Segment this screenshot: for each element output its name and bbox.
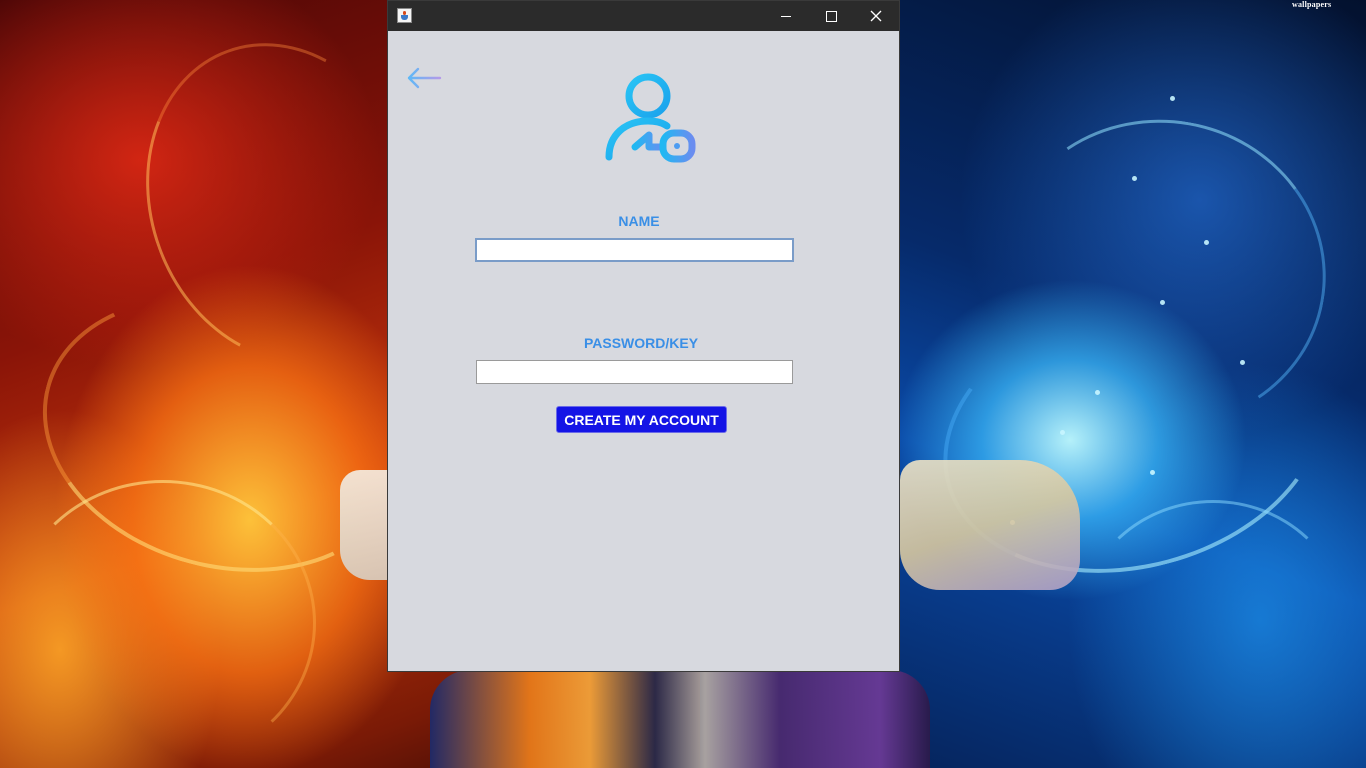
- wallpaper-watermark: wallpapers: [1292, 0, 1332, 9]
- maximize-icon: [825, 10, 837, 22]
- wallpaper-swirl: [1080, 500, 1346, 746]
- wallpaper-sparkle: [1060, 430, 1065, 435]
- minimize-button[interactable]: [763, 1, 809, 31]
- wallpaper-sparkle: [1132, 176, 1137, 181]
- maximize-button[interactable]: [808, 1, 854, 31]
- wallpaper-sparkle: [1240, 360, 1245, 365]
- user-key-icon: [605, 73, 696, 163]
- arrow-left-icon[interactable]: [406, 66, 442, 90]
- name-input[interactable]: [475, 238, 794, 262]
- window-titlebar[interactable]: [388, 1, 899, 31]
- java-cup-icon: [397, 8, 412, 23]
- wallpaper-sparkle: [1204, 240, 1209, 245]
- wallpaper-character: [430, 670, 930, 768]
- wallpaper-character-arm: [900, 460, 1080, 590]
- password-label: PASSWORD/KEY: [583, 335, 699, 351]
- password-input[interactable]: [476, 360, 793, 384]
- wallpaper-character-hand: [340, 470, 388, 580]
- wallpaper-sparkle: [1160, 300, 1165, 305]
- close-button[interactable]: [853, 1, 899, 31]
- wallpaper-sparkle: [1095, 390, 1100, 395]
- wallpaper-sparkle: [1150, 470, 1155, 475]
- create-account-button[interactable]: CREATE MY ACCOUNT: [556, 406, 727, 433]
- close-icon: [870, 10, 882, 22]
- wallpaper-sparkle: [1170, 96, 1175, 101]
- wallpaper-swirl: [10, 480, 316, 766]
- name-label: NAME: [618, 213, 660, 229]
- minimize-icon: [781, 15, 791, 17]
- create-account-window: NAME PASSWORD/KEY CREATE MY ACCOUNT: [387, 0, 900, 672]
